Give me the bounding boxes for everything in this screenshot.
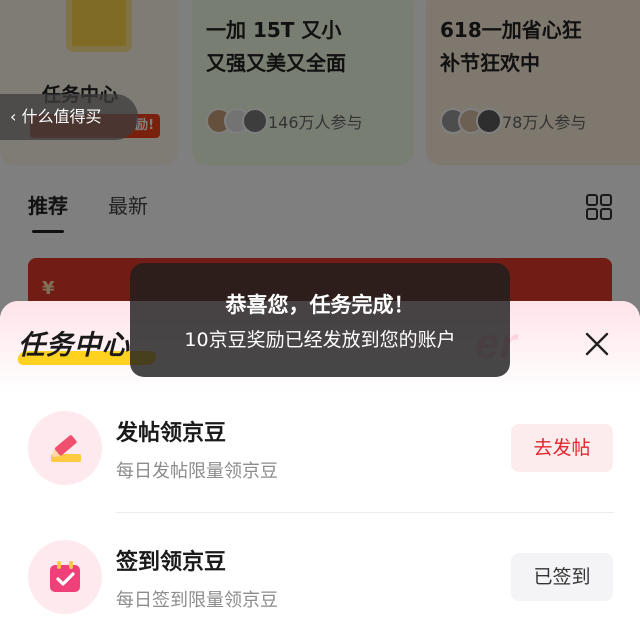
chevron-left-icon: ‹ <box>10 107 17 126</box>
sheet-title-group: 任务中心 <box>16 323 158 371</box>
task-subtitle: 每日签到限量领京豆 <box>116 590 278 611</box>
back-button[interactable]: ‹ 什么值得买 <box>0 94 138 140</box>
toast-title: 恭喜您，任务完成！ <box>225 293 415 317</box>
checked-in-button[interactable]: 已签到 <box>511 553 613 601</box>
task-subtitle: 每日发帖限量领京豆 <box>116 461 278 482</box>
task-title: 签到领京豆 <box>116 550 227 575</box>
pencil-icon <box>51 435 81 462</box>
success-toast: 恭喜您，任务完成！ 10京豆奖励已经发放到您的账户 <box>130 263 510 377</box>
toast-message: 10京豆奖励已经发放到您的账户 <box>184 329 456 351</box>
task-title: 发帖领京豆 <box>116 421 227 446</box>
task-row-post: 发帖领京豆 每日发帖限量领京豆 去发帖 <box>0 397 640 497</box>
close-icon[interactable] <box>580 327 614 361</box>
divider <box>116 512 614 513</box>
task-row-checkin: 签到领京豆 每日签到限量领京豆 已签到 <box>0 526 640 626</box>
task-icon-circle <box>28 411 102 485</box>
task-icon-circle <box>28 540 102 614</box>
go-post-button[interactable]: 去发帖 <box>511 424 613 472</box>
sheet-title: 任务中心 <box>18 330 130 361</box>
calendar-check-icon <box>50 561 80 592</box>
back-button-label: 什么值得买 <box>21 107 102 126</box>
